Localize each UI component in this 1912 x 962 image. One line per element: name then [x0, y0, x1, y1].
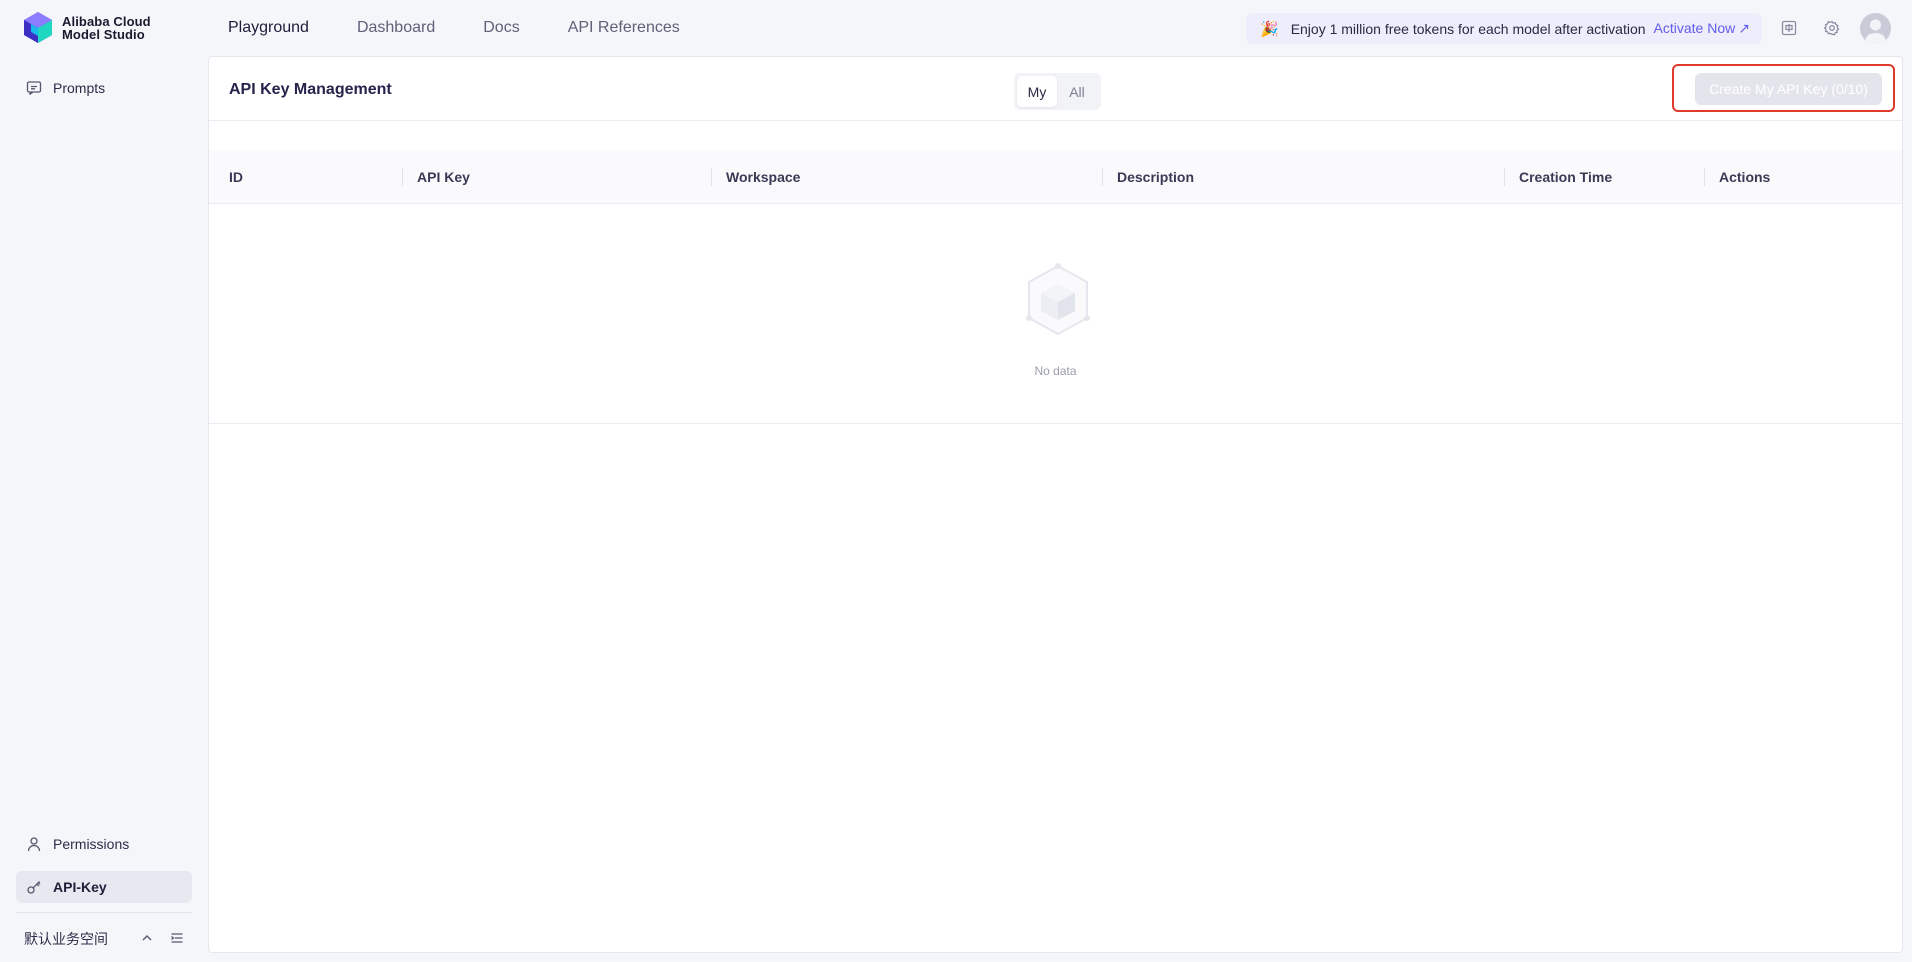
sidebar-item-prompts[interactable]: Prompts	[16, 72, 192, 104]
nav-docs[interactable]: Docs	[483, 19, 519, 37]
model-studio-logo-icon	[24, 12, 52, 43]
filter-my[interactable]: My	[1017, 76, 1057, 107]
sidebar-item-label: Permissions	[53, 836, 130, 852]
chevron-up-icon[interactable]	[140, 931, 154, 948]
empty-box-icon	[1026, 263, 1090, 336]
logo-line1: Alibaba Cloud	[62, 13, 151, 29]
filter-all[interactable]: All	[1057, 76, 1097, 107]
sidebar: Prompts Permissions API-Key 默认业务空间	[0, 56, 208, 962]
column-separator	[1504, 168, 1505, 186]
activate-now-link[interactable]: Activate Now ↗	[1654, 20, 1750, 37]
empty-state: No data	[209, 204, 1902, 424]
logo-line2: Model Studio	[62, 26, 145, 42]
column-separator	[1102, 168, 1103, 186]
workspace-name: 默认业务空间	[24, 931, 108, 947]
column-header-id: ID	[229, 169, 243, 185]
nav-playground[interactable]: Playground	[228, 19, 309, 37]
column-separator	[711, 168, 712, 186]
column-header-actions: Actions	[1719, 169, 1771, 185]
table-header: ID API Key Workspace Description Creatio…	[209, 150, 1902, 204]
key-icon	[26, 878, 44, 896]
column-separator	[402, 168, 403, 186]
promo-banner: 🎉 Enjoy 1 million free tokens for each m…	[1246, 13, 1762, 44]
create-api-key-button[interactable]: Create My API Key (0/10)	[1695, 73, 1882, 105]
empty-state-text: No data	[1034, 364, 1077, 378]
top-bar: Alibaba Cloud Model Studio Playground Da…	[0, 0, 1912, 56]
sidebar-item-permissions[interactable]: Permissions	[16, 828, 192, 860]
column-header-description: Description	[1117, 169, 1195, 185]
language-switch-icon[interactable]	[1779, 18, 1799, 38]
user-avatar[interactable]	[1860, 13, 1891, 44]
external-arrow-icon: ↗	[1738, 20, 1750, 36]
nav-api-references[interactable]: API References	[568, 19, 680, 37]
column-separator	[1704, 168, 1705, 186]
promo-text: Enjoy 1 million free tokens for each mod…	[1290, 20, 1646, 37]
chat-icon	[26, 79, 44, 97]
panel-header: API Key Management My All Create My API …	[209, 57, 1902, 121]
activate-now-label: Activate Now	[1653, 20, 1736, 36]
column-header-creation-time: Creation Time	[1519, 169, 1613, 185]
api-key-panel: API Key Management My All Create My API …	[208, 56, 1903, 953]
main-nav: Playground Dashboard Docs API References	[228, 0, 728, 56]
column-header-api-key: API Key	[417, 169, 470, 185]
user-icon	[26, 835, 44, 853]
sidebar-divider	[16, 912, 192, 913]
sidebar-item-label: API-Key	[53, 879, 107, 895]
collapse-menu-icon[interactable]	[170, 931, 184, 948]
settings-gear-icon[interactable]	[1822, 18, 1842, 38]
sidebar-item-api-key[interactable]: API-Key	[16, 871, 192, 903]
sidebar-item-label: Prompts	[53, 80, 106, 96]
page-title: API Key Management	[229, 81, 392, 98]
ownership-filter: My All	[1014, 73, 1101, 110]
logo[interactable]: Alibaba Cloud Model Studio	[22, 11, 151, 44]
nav-dashboard[interactable]: Dashboard	[357, 19, 435, 37]
workspace-switcher[interactable]: 默认业务空间	[24, 928, 192, 950]
party-popper-icon: 🎉	[1260, 20, 1279, 38]
logo-text: Alibaba Cloud Model Studio	[62, 15, 151, 41]
column-header-workspace: Workspace	[726, 169, 801, 185]
